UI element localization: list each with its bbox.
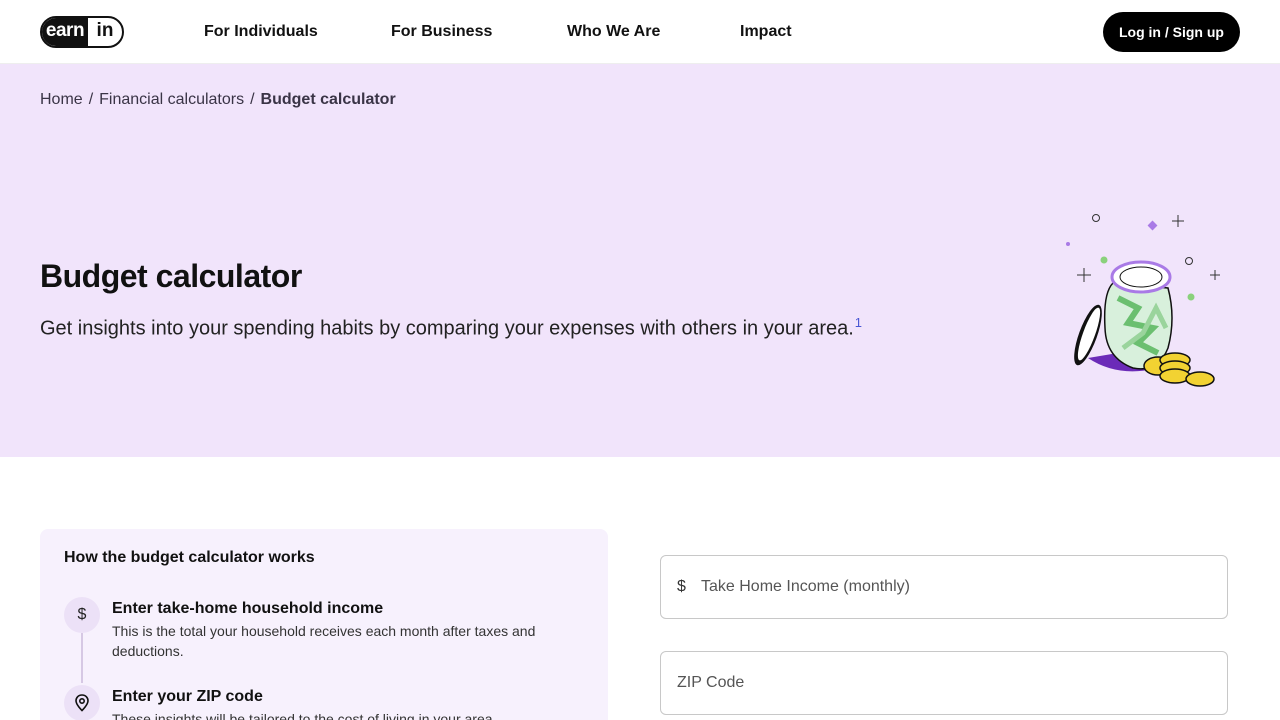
subtitle-text: Get insights into your spending habits b… [40,317,854,340]
login-signup-button[interactable]: Log in / Sign up [1103,12,1240,52]
dollar-prefix: $ [677,578,686,595]
zip-code-input[interactable]: ZIP Code [660,651,1228,715]
breadcrumb-separator: / [88,91,94,108]
how-it-works-title: How the budget calculator works [64,549,315,566]
breadcrumb-home[interactable]: Home [40,91,83,108]
earnin-logo[interactable]: earn in [40,16,124,48]
zip-code-placeholder: ZIP Code [677,674,745,691]
top-navigation-bar: earn in For Individuals For Business Who… [0,0,1280,64]
nav-for-business[interactable]: For Business [391,0,492,64]
income-placeholder: Take Home Income (monthly) [701,578,910,595]
dollar-icon: $ [64,597,100,633]
step-1-title: Enter take-home household income [112,600,384,617]
logo-earn-text: earn [42,18,88,46]
nav-impact[interactable]: Impact [740,0,792,64]
nav-for-individuals[interactable]: For Individuals [204,0,318,64]
breadcrumb-separator: / [250,91,255,108]
step-2-description: These insights will be tailored to the c… [112,711,497,720]
logo-in-text: in [96,20,114,41]
hero-section: Home / Financial calculators / Budget calcul… [0,64,1280,457]
money-jar-illustration [1066,214,1220,387]
location-pin-icon [64,685,100,720]
breadcrumb-current: Budget calculator [260,91,396,108]
footnote-link[interactable]: 1 [855,315,862,330]
step-1-description: This is the total your household receive… [112,623,536,659]
breadcrumb-financial-calculators[interactable]: Financial calculators [99,91,244,108]
step-connector [81,633,83,683]
nav-who-we-are[interactable]: Who We Are [567,0,660,64]
breadcrumb: Home / Financial calculators / Budget calcul… [40,90,396,110]
page-subtitle: Get insights into your spending habits b… [40,310,862,342]
how-it-works-panel: How the budget calculator works $ Enter … [40,529,608,720]
page-title: Budget calculator [40,258,302,294]
step-2-title: Enter your ZIP code [112,688,263,705]
income-input[interactable]: $ Take Home Income (monthly) [660,555,1228,619]
